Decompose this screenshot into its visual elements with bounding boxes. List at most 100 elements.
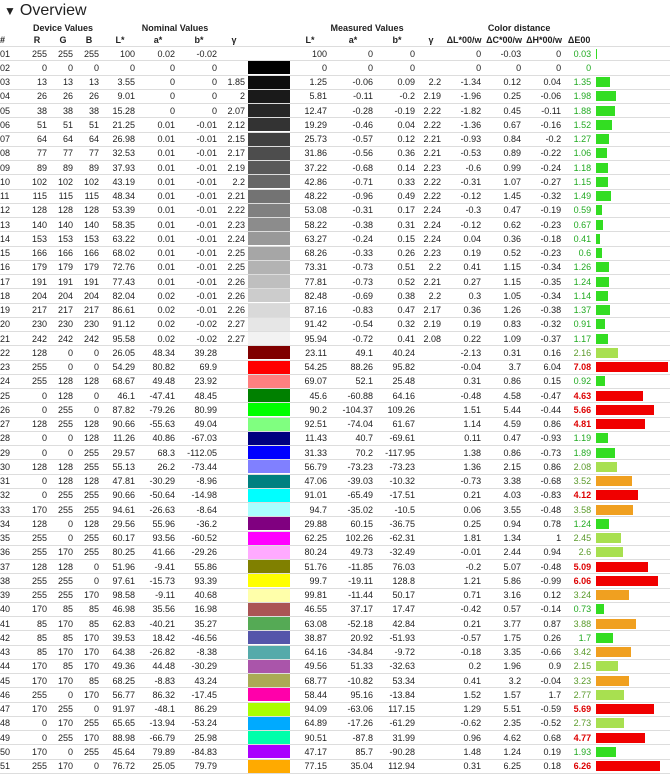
delta-e-bar-cell bbox=[594, 531, 670, 545]
collapse-toggle-icon[interactable]: ▼ bbox=[4, 4, 16, 18]
cell-meas-b: 0.47 bbox=[376, 303, 418, 317]
swatch-fill bbox=[248, 418, 290, 431]
cell-nom-gamma: 2.27 bbox=[220, 317, 248, 331]
cell-delta-c: 0.57 bbox=[484, 602, 524, 616]
cell-nom-a: 0.01 bbox=[138, 232, 178, 246]
table-row: 47170255091.97-48.186.2994.09-63.06117.1… bbox=[0, 702, 670, 716]
cell-meas-l: 31.33 bbox=[290, 446, 330, 460]
cell-delta-l: 0.04 bbox=[444, 232, 484, 246]
col-header-meas-a: a* bbox=[330, 34, 376, 47]
cell-delta-l: -0.12 bbox=[444, 218, 484, 232]
cell-nom-a: -9.11 bbox=[138, 588, 178, 602]
cell-num: 20 bbox=[0, 317, 24, 331]
cell-r: 0 bbox=[24, 389, 50, 403]
cell-meas-gamma bbox=[418, 731, 444, 745]
color-swatch bbox=[248, 246, 290, 260]
cell-g: 255 bbox=[50, 403, 76, 417]
swatch-fill bbox=[248, 304, 290, 317]
cell-nom-l: 46.98 bbox=[102, 602, 138, 616]
delta-e-bar bbox=[596, 106, 615, 116]
cell-meas-a: 20.92 bbox=[330, 631, 376, 645]
delta-e-bar-cell bbox=[594, 474, 670, 488]
cell-delta-e: 2.6 bbox=[564, 545, 594, 559]
cell-nom-b: -0.01 bbox=[178, 146, 220, 160]
cell-g: 179 bbox=[50, 260, 76, 274]
cell-meas-b: 0.38 bbox=[376, 289, 418, 303]
table-row: 0764646426.980.01-0.012.1525.73-0.570.12… bbox=[0, 132, 670, 146]
swatch-fill bbox=[248, 674, 290, 687]
delta-e-bar bbox=[596, 733, 645, 743]
table-row: 3925525517098.58-9.1140.6899.81-11.4450.… bbox=[0, 588, 670, 602]
cell-r: 85 bbox=[24, 645, 50, 659]
delta-e-bar-cell bbox=[594, 146, 670, 160]
cell-delta-e: 4.81 bbox=[564, 417, 594, 431]
swatch-fill bbox=[248, 560, 290, 573]
cell-meas-gamma: 2.22 bbox=[418, 118, 444, 132]
swatch-fill bbox=[248, 61, 290, 74]
cell-meas-a: -0.54 bbox=[330, 317, 376, 331]
cell-nom-a: -48.1 bbox=[138, 702, 178, 716]
cell-nom-b: -0.01 bbox=[178, 232, 220, 246]
cell-delta-e: 5.69 bbox=[564, 702, 594, 716]
cell-g: 255 bbox=[50, 588, 76, 602]
cell-meas-b: -13.84 bbox=[376, 688, 418, 702]
cell-nom-a: 68.3 bbox=[138, 446, 178, 460]
delta-e-bar bbox=[596, 647, 631, 657]
cell-nom-l: 72.76 bbox=[102, 260, 138, 274]
cell-nom-a: -26.82 bbox=[138, 645, 178, 659]
delta-e-bar bbox=[596, 761, 660, 771]
color-swatch bbox=[248, 146, 290, 160]
cell-delta-c: -0.03 bbox=[484, 47, 524, 61]
cell-delta-h: 0.16 bbox=[524, 346, 564, 360]
cell-nom-gamma bbox=[220, 403, 248, 417]
cell-delta-c: 6.25 bbox=[484, 759, 524, 773]
cell-nom-b: 25.98 bbox=[178, 731, 220, 745]
color-swatch bbox=[248, 104, 290, 118]
cell-meas-gamma bbox=[418, 759, 444, 773]
delta-e-bar-cell bbox=[594, 588, 670, 602]
cell-delta-l: -0.57 bbox=[444, 631, 484, 645]
cell-nom-l: 55.13 bbox=[102, 460, 138, 474]
cell-b: 128 bbox=[76, 431, 102, 445]
overview-header[interactable]: ▼ Overview bbox=[0, 0, 670, 22]
cell-meas-l: 58.22 bbox=[290, 218, 330, 232]
cell-nom-b: 0 bbox=[178, 61, 220, 75]
color-swatch bbox=[248, 189, 290, 203]
cell-nom-l: 58.35 bbox=[102, 218, 138, 232]
swatch-fill bbox=[248, 460, 290, 473]
table-row: 0538383815.28002.0712.47-0.28-0.192.22-1… bbox=[0, 104, 670, 118]
cell-meas-b: 109.26 bbox=[376, 403, 418, 417]
cell-delta-c: 5.07 bbox=[484, 560, 524, 574]
cell-b: 0 bbox=[76, 61, 102, 75]
cell-num: 15 bbox=[0, 246, 24, 260]
cell-delta-l: -0.53 bbox=[444, 146, 484, 160]
cell-delta-e: 1.35 bbox=[564, 75, 594, 89]
cell-delta-l: 1.21 bbox=[444, 574, 484, 588]
cell-num: 29 bbox=[0, 446, 24, 460]
cell-meas-gamma bbox=[418, 503, 444, 517]
cell-num: 35 bbox=[0, 531, 24, 545]
cell-meas-b: 128.8 bbox=[376, 574, 418, 588]
cell-meas-l: 68.26 bbox=[290, 246, 330, 260]
delta-e-bar-cell bbox=[594, 745, 670, 759]
cell-nom-a: -26.63 bbox=[138, 503, 178, 517]
cell-delta-h: -0.47 bbox=[524, 389, 564, 403]
cell-nom-gamma bbox=[220, 360, 248, 374]
cell-meas-gamma bbox=[418, 545, 444, 559]
swatch-fill bbox=[248, 403, 290, 416]
swatch-fill bbox=[248, 703, 290, 716]
color-swatch bbox=[248, 203, 290, 217]
cell-num: 28 bbox=[0, 431, 24, 445]
color-swatch bbox=[248, 389, 290, 403]
cell-b: 242 bbox=[76, 332, 102, 346]
cell-nom-l: 29.56 bbox=[102, 517, 138, 531]
cell-meas-gamma bbox=[418, 488, 444, 502]
cell-delta-c: 0.12 bbox=[484, 75, 524, 89]
cell-r: 255 bbox=[24, 759, 50, 773]
delta-e-bar bbox=[596, 177, 608, 187]
cell-meas-l: 42.86 bbox=[290, 175, 330, 189]
cell-nom-gamma: 2 bbox=[220, 89, 248, 103]
cell-meas-gamma bbox=[418, 374, 444, 388]
table-row: 042626269.010025.81-0.11-0.22.19-1.960.2… bbox=[0, 89, 670, 103]
cell-num: 36 bbox=[0, 545, 24, 559]
